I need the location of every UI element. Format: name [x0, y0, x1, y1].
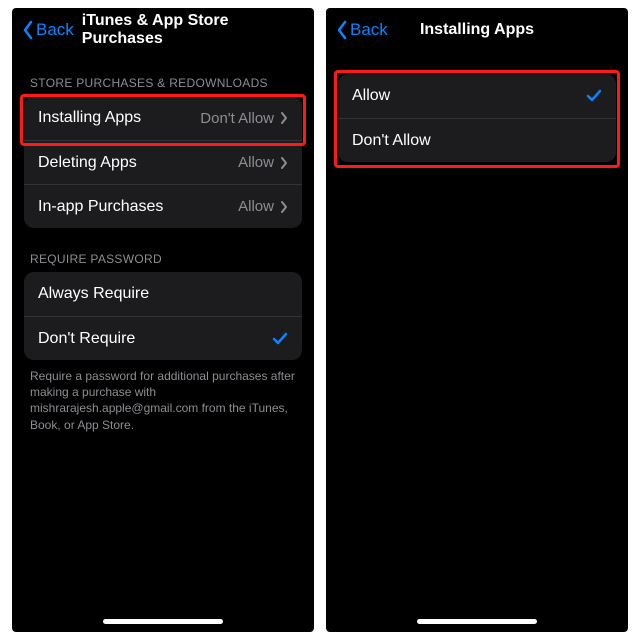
row-value: Allow	[238, 154, 274, 171]
row-value: Don't Allow	[200, 110, 274, 127]
row-label: Always Require	[38, 285, 288, 303]
back-label: Back	[350, 20, 388, 40]
row-label: Don't Require	[38, 330, 272, 348]
group-password: Always Require Don't Require	[24, 272, 302, 360]
row-always-require[interactable]: Always Require	[24, 272, 302, 316]
row-value: Allow	[238, 198, 274, 215]
chevron-right-icon	[280, 156, 288, 170]
back-button[interactable]: Back	[336, 20, 388, 40]
nav-title: iTunes & App Store Purchases	[82, 12, 304, 48]
chevron-left-icon	[336, 20, 348, 40]
checkmark-icon	[586, 89, 602, 103]
row-dont-require[interactable]: Don't Require	[24, 316, 302, 360]
nav-bar: Back iTunes & App Store Purchases	[12, 8, 314, 52]
chevron-right-icon	[280, 111, 288, 125]
chevron-left-icon	[22, 20, 34, 40]
home-indicator	[103, 619, 223, 624]
row-label: In-app Purchases	[38, 198, 238, 216]
row-dont-allow[interactable]: Don't Allow	[338, 118, 616, 162]
row-label: Installing Apps	[38, 109, 200, 127]
back-button[interactable]: Back	[22, 20, 74, 40]
back-label: Back	[36, 20, 74, 40]
screen-purchases: Back iTunes & App Store Purchases STORE …	[12, 8, 314, 632]
row-label: Allow	[352, 87, 586, 105]
checkmark-icon	[272, 332, 288, 346]
nav-bar: Back Installing Apps	[326, 8, 628, 52]
row-deleting-apps[interactable]: Deleting Apps Allow	[24, 140, 302, 184]
row-label: Don't Allow	[352, 132, 602, 150]
row-inapp-purchases[interactable]: In-app Purchases Allow	[24, 184, 302, 228]
chevron-right-icon	[280, 200, 288, 214]
row-label: Deleting Apps	[38, 154, 238, 172]
home-indicator	[417, 619, 537, 624]
section-header-purchases: STORE PURCHASES & REDOWNLOADS	[12, 52, 314, 96]
row-installing-apps[interactable]: Installing Apps Don't Allow	[24, 96, 302, 140]
group-purchases: Installing Apps Don't Allow Deleting App…	[24, 96, 302, 228]
footer-note: Require a password for additional purcha…	[12, 360, 314, 433]
group-options: Allow Don't Allow	[338, 74, 616, 162]
row-allow[interactable]: Allow	[338, 74, 616, 118]
section-header-password: REQUIRE PASSWORD	[12, 228, 314, 272]
screen-installing-apps: Back Installing Apps Allow Don't Allow	[326, 8, 628, 632]
